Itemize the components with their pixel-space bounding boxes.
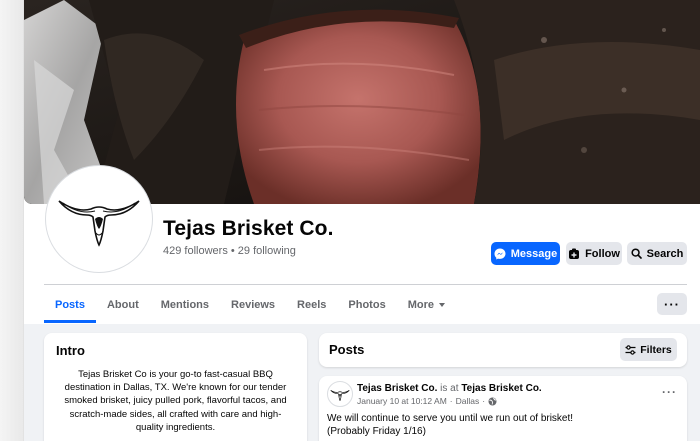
tab-more[interactable]: More	[397, 288, 457, 321]
tab-reels[interactable]: Reels	[286, 288, 337, 321]
follow-icon	[569, 248, 580, 259]
tab-mentions[interactable]: Mentions	[150, 288, 220, 321]
post-line-2: (Probably Friday 1/16)	[327, 426, 426, 437]
post-author[interactable]: Tejas Brisket Co.	[357, 383, 437, 394]
follow-stats[interactable]: 429 followers • 29 following	[163, 245, 296, 257]
post-connector: is at	[437, 383, 462, 394]
filters-label: Filters	[640, 343, 672, 356]
header-divider	[44, 284, 687, 285]
search-label: Search	[646, 247, 684, 260]
chevron-down-icon	[438, 302, 445, 307]
meta-separator: ·	[449, 396, 453, 406]
post-meta: January 10 at 10:12 AM · Dallas ·	[357, 396, 497, 406]
post-text: We will continue to serve you until we r…	[327, 412, 573, 438]
longhorn-logo	[58, 200, 140, 247]
follow-label: Follow	[585, 247, 620, 260]
tab-reviews[interactable]: Reviews	[220, 288, 286, 321]
longhorn-logo-small	[330, 389, 350, 401]
post-place[interactable]: Dallas	[456, 396, 480, 406]
post-header: Tejas Brisket Co. is at Tejas Brisket Co…	[357, 383, 542, 394]
tab-photos[interactable]: Photos	[337, 288, 396, 321]
messenger-icon	[494, 248, 506, 259]
intro-bio: Tejas Brisket Co is your go-to fast-casu…	[64, 369, 287, 433]
tab-about[interactable]: About	[96, 288, 150, 321]
profile-avatar[interactable]	[46, 166, 152, 272]
globe-icon	[488, 397, 497, 405]
more-options-button[interactable]: ···	[657, 293, 687, 315]
post-line-1: We will continue to serve you until we r…	[327, 413, 574, 424]
page-title: Tejas Brisket Co.	[163, 217, 334, 240]
filters-button[interactable]: Filters	[620, 338, 677, 361]
post-card: Tejas Brisket Co. is at Tejas Brisket Co…	[319, 376, 687, 441]
tab-posts[interactable]: Posts	[44, 288, 96, 323]
left-window-edge	[0, 0, 24, 441]
search-button[interactable]: Search	[627, 242, 687, 265]
post-location[interactable]: Tejas Brisket Co.	[461, 383, 541, 394]
posts-header-card: Posts Filters	[319, 333, 687, 367]
message-button[interactable]: Message	[491, 242, 560, 265]
tab-posts-label: Posts	[55, 299, 85, 311]
post-timestamp[interactable]: January 10 at 10:12 AM	[357, 396, 447, 406]
follow-button[interactable]: Follow	[566, 242, 622, 265]
posts-title: Posts	[329, 342, 365, 357]
tab-reels-label: Reels	[297, 298, 327, 311]
meta-separator: ·	[482, 396, 486, 406]
profile-tabs: Posts About Mentions Reviews Reels Photo…	[44, 288, 457, 324]
post-options-button[interactable]: ···	[662, 385, 677, 399]
intro-card: Intro Tejas Brisket Co is your go-to fas…	[44, 333, 307, 441]
filters-icon	[625, 344, 636, 355]
intro-title: Intro	[56, 343, 85, 358]
tab-about-label: About	[106, 298, 139, 311]
tab-mentions-label: Mentions	[160, 298, 210, 311]
message-label: Message	[510, 247, 558, 260]
tab-more-label: More	[407, 298, 434, 311]
tab-reviews-label: Reviews	[231, 298, 276, 311]
search-icon	[631, 248, 642, 259]
tab-photos-label: Photos	[348, 298, 386, 311]
post-author-avatar[interactable]	[327, 381, 353, 407]
